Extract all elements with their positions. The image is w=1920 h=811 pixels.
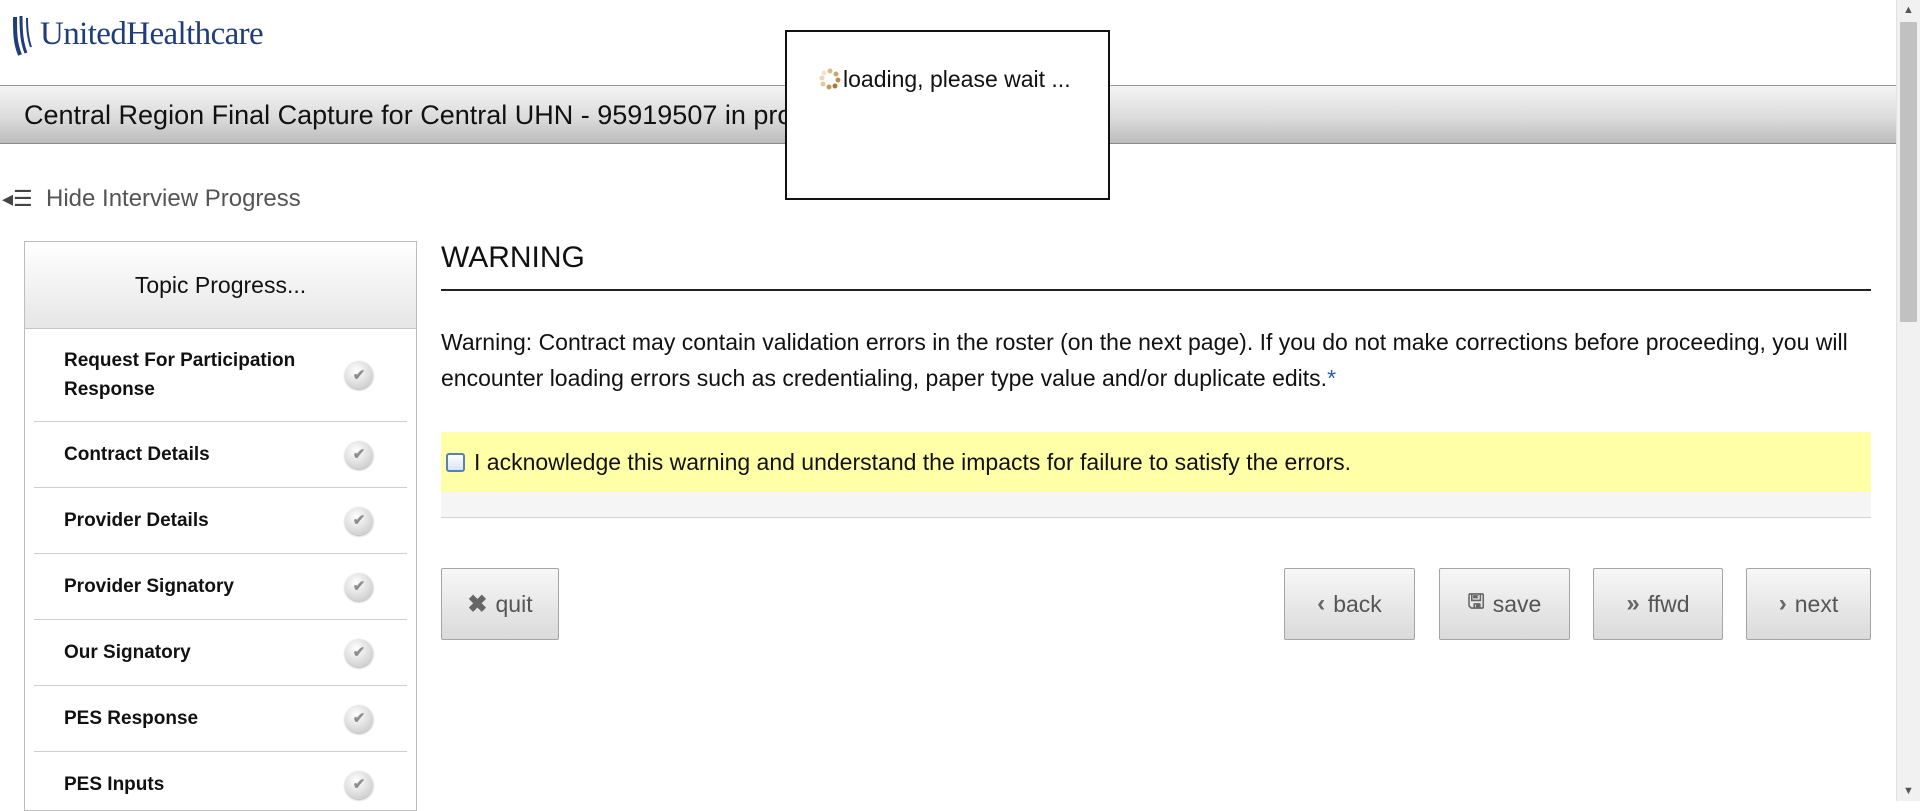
hide-progress-label: Hide Interview Progress	[46, 185, 301, 212]
topic-progress-panel: Topic Progress... Request For Participat…	[24, 241, 417, 811]
topic-item-pes-inputs[interactable]: PES Inputs ✔	[34, 752, 407, 810]
warning-message: Warning: Contract may contain validation…	[441, 324, 1871, 396]
topic-label: Our Signatory	[64, 642, 191, 663]
back-label: back	[1333, 590, 1382, 617]
ffwd-button[interactable]: » ffwd	[1593, 568, 1723, 640]
acknowledge-checkbox[interactable]	[446, 452, 465, 472]
topic-progress-heading: Topic Progress...	[25, 242, 416, 329]
save-button[interactable]: 🖫 save	[1439, 568, 1570, 640]
topic-item-request-for-participation[interactable]: Request For Participation Response ✔	[34, 329, 407, 422]
check-icon: ✔	[345, 770, 373, 799]
hide-interview-progress-toggle[interactable]: ◂☰ Hide Interview Progress	[0, 184, 301, 214]
topic-label: PES Inputs	[64, 774, 165, 795]
topic-label: Contract Details	[64, 444, 210, 465]
page-title: Central Region Final Capture for Central…	[24, 100, 793, 130]
save-label: save	[1492, 590, 1542, 617]
acknowledge-label[interactable]: I acknowledge this warning and understan…	[474, 449, 1351, 476]
x-icon: ✖	[467, 590, 488, 618]
topic-label: Provider Signatory	[64, 576, 234, 597]
vertical-scrollbar[interactable]: ▲ ▼	[1896, 0, 1920, 801]
topic-item-contract-details[interactable]: Contract Details ✔	[34, 422, 407, 488]
check-icon: ✔	[345, 440, 373, 469]
check-icon: ✔	[345, 506, 373, 535]
main-content: WARNING Warning: Contract may contain va…	[441, 238, 1871, 641]
check-icon: ✔	[345, 572, 373, 601]
quit-button[interactable]: ✖ quit	[441, 568, 559, 640]
topic-label: PES Response	[64, 708, 199, 729]
chevron-left-icon: ‹	[1317, 590, 1326, 617]
next-button[interactable]: › next	[1746, 568, 1871, 640]
quit-label: quit	[495, 590, 533, 617]
topic-label: Request For Participation Response	[64, 350, 296, 400]
check-icon: ✔	[345, 704, 373, 733]
shield-logo-icon	[13, 15, 32, 56]
topic-item-our-signatory[interactable]: Our Signatory ✔	[34, 620, 407, 686]
scroll-up-arrow-icon[interactable]: ▲	[1897, 0, 1920, 20]
acknowledge-row[interactable]: I acknowledge this warning and understan…	[441, 432, 1871, 492]
double-chevron-right-icon: »	[1626, 590, 1640, 617]
navigation-buttons: ✖ quit ‹ back 🖫 save » ffwd › next	[441, 568, 1871, 641]
spinner-icon	[819, 68, 841, 90]
section-heading: WARNING	[441, 241, 1871, 291]
check-icon: ✔	[345, 638, 373, 667]
ffwd-label: ffwd	[1647, 590, 1690, 617]
collapse-list-icon: ◂☰	[2, 186, 33, 211]
warning-text: Warning: Contract may contain validation…	[441, 329, 1848, 391]
required-marker: *	[1327, 365, 1337, 391]
floppy-disk-icon: 🖫	[1467, 591, 1485, 613]
back-button[interactable]: ‹ back	[1284, 568, 1415, 640]
brand-logo: UnitedHealthcare	[12, 12, 264, 58]
topic-item-provider-details[interactable]: Provider Details ✔	[34, 488, 407, 554]
topic-label: Provider Details	[64, 510, 209, 531]
topic-item-pes-response[interactable]: PES Response ✔	[34, 686, 407, 752]
next-label: next	[1794, 590, 1839, 617]
check-icon: ✔	[345, 361, 373, 389]
scrollbar-thumb[interactable]	[1900, 22, 1917, 322]
scroll-down-arrow-icon[interactable]: ▼	[1897, 781, 1920, 801]
loading-message: loading, please wait ...	[843, 66, 1071, 92]
topic-item-provider-signatory[interactable]: Provider Signatory ✔	[34, 554, 407, 620]
chevron-right-icon: ›	[1778, 590, 1787, 617]
loading-dialog: loading, please wait ...	[785, 30, 1110, 200]
brand-name: UnitedHealthcare	[40, 15, 264, 52]
acknowledge-divider	[441, 492, 1871, 518]
